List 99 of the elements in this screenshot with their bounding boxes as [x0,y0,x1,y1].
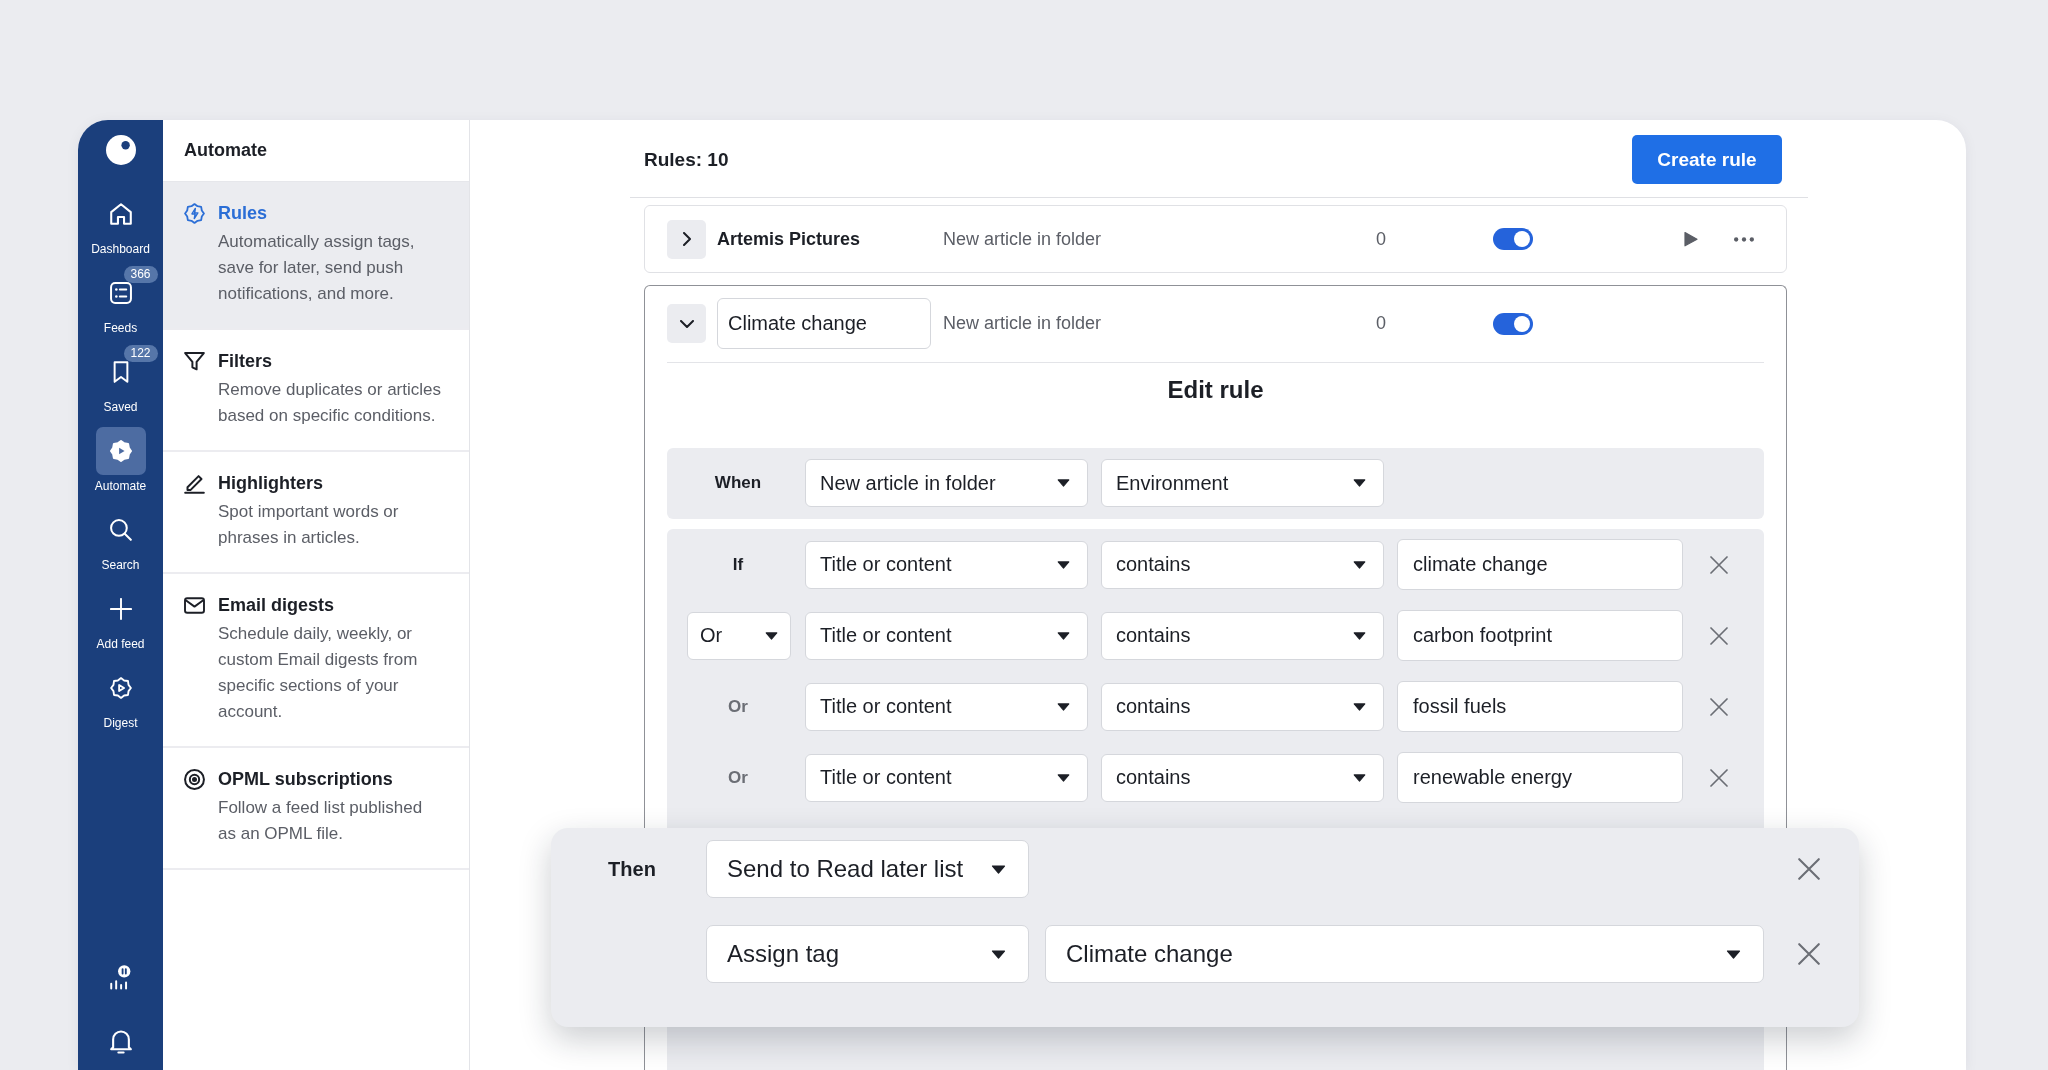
count-text: 0 [1376,313,1386,334]
menu-item[interactable]: Rules Automatically assign tags, save for later, send push notifications, and more. [163,182,469,330]
toggle-switch[interactable] [1493,312,1533,335]
caret-icon [1353,773,1366,782]
close-icon[interactable] [1710,626,1728,645]
menu-item[interactable]: Filters Remove duplicates or articles based on specific conditions. [163,330,469,452]
item-description: Automatically assign tags, save for later, send push notifications, and more. [218,231,416,305]
nav-item[interactable]: Automate [78,423,163,494]
item-description: Remove duplicates or articles based on specific conditions. [218,379,442,427]
keyword-field[interactable]: climate change [1397,539,1683,590]
trigger-text: New article in folder [943,228,1102,250]
pen-icon [184,473,205,494]
nav-item[interactable]: Dashboard [78,186,163,257]
trigger-text: New article in folder [943,313,1102,334]
when-label: When [714,473,762,493]
caret-icon [1057,702,1070,711]
count-badge: 366 [123,266,158,283]
caret-icon [1057,773,1070,782]
connector-label: If [732,554,744,575]
nav-item[interactable]: Add feed [78,581,163,652]
item-description: Schedule daily, weekly, or custom Email digests from specific sections of your account. [218,623,419,723]
chevron-right-icon [682,232,691,246]
field-dropdown[interactable]: Title or content [805,753,1088,802]
nav-item[interactable]: 122 Saved [78,344,163,415]
caret-icon [991,864,1006,874]
editor-title: Edit rule [1167,375,1264,405]
bar-chart-icon[interactable] [110,965,131,990]
menu-item[interactable]: Highlighters Spot important words or phrases in articles. [163,452,469,574]
menu-item[interactable]: OPML subscriptions Follow a feed list published as an OPML file. [163,748,469,870]
caret-icon [991,949,1006,959]
then-label: Then [608,857,656,881]
field-dropdown[interactable]: Title or content [805,540,1088,589]
caret-icon [1057,560,1070,569]
nav-item[interactable]: 366 Feeds [78,265,163,336]
field-dropdown[interactable]: Title or content [805,682,1088,731]
expand-button[interactable] [667,219,706,259]
gear-play-icon [109,677,132,699]
expand-button[interactable] [667,304,706,343]
caret-icon [1353,631,1366,640]
rule-name-field[interactable]: Climate change [717,298,931,349]
caret-icon [1353,702,1366,711]
plus-icon [109,598,132,620]
count-text: 0 [1376,228,1386,250]
item-description: Spot important words or phrases in articles. [218,501,400,549]
bell-icon[interactable] [109,1030,132,1054]
item-title: Highlighters [218,472,323,495]
keyword-field[interactable]: carbon footprint [1397,610,1683,661]
item-description: Follow a feed list published as an OPML file. [218,797,424,845]
caret-icon [1057,631,1070,640]
play-icon[interactable] [1684,231,1698,247]
search-icon [109,519,132,541]
target-icon [184,769,205,790]
item-title: Email digests [218,594,335,617]
operator-dropdown[interactable]: contains [1101,682,1384,731]
tag-dropdown[interactable]: Climate change [1045,925,1764,983]
field-dropdown[interactable]: Title or content [805,611,1088,660]
caret-icon [1353,560,1366,569]
chevron-down-icon [679,319,694,328]
keyword-field[interactable]: renewable energy [1397,752,1683,803]
badge-bolt-icon [184,203,205,224]
item-title: Filters [218,350,273,373]
close-icon[interactable] [1710,768,1728,787]
rules-count: Rules: 10 [644,148,729,171]
toggle-switch[interactable] [1493,228,1533,250]
menu-item[interactable]: Email digests Schedule daily, weekly, or custom Email digests from specific sections of your account. [163,574,469,748]
nav-item[interactable]: Search [78,502,163,573]
envelope-icon [184,595,205,616]
panel-title: Automate [184,140,267,161]
caret-icon [1353,479,1366,487]
action-dropdown[interactable]: Send to Read later list [706,840,1029,898]
item-title: Rules [218,202,268,225]
close-icon[interactable] [1798,858,1820,880]
create-rule-button[interactable]: Create rule [1632,135,1782,184]
gear-play-icon [109,440,132,462]
action-dropdown[interactable]: Assign tag [706,925,1029,983]
operator-dropdown[interactable]: contains [1101,611,1384,660]
keyword-field[interactable]: fossil fuels [1397,681,1683,732]
list-icon [109,282,132,304]
close-icon[interactable] [1798,943,1820,965]
more-icon[interactable] [1734,236,1754,242]
caret-icon [1057,479,1070,487]
caret-icon [765,631,778,640]
folder-dropdown[interactable]: Environment [1101,459,1384,507]
close-icon[interactable] [1710,697,1728,716]
house-icon [109,203,132,225]
connector-dropdown[interactable]: Or [687,611,791,660]
operator-dropdown[interactable]: contains [1101,753,1384,802]
count-badge: 122 [123,345,158,362]
connector-label: Or [728,696,748,717]
close-icon[interactable] [1710,555,1728,574]
logo-icon[interactable] [105,135,136,165]
trigger-dropdown[interactable]: New article in folder [805,459,1088,507]
rule-name: Artemis Pictures [717,228,861,250]
item-title: OPML subscriptions [218,768,393,791]
caret-icon [1726,949,1741,959]
connector-label: Or [728,767,748,788]
operator-dropdown[interactable]: contains [1101,540,1384,589]
filter-icon [184,351,205,372]
nav-item[interactable]: Digest [78,660,163,731]
